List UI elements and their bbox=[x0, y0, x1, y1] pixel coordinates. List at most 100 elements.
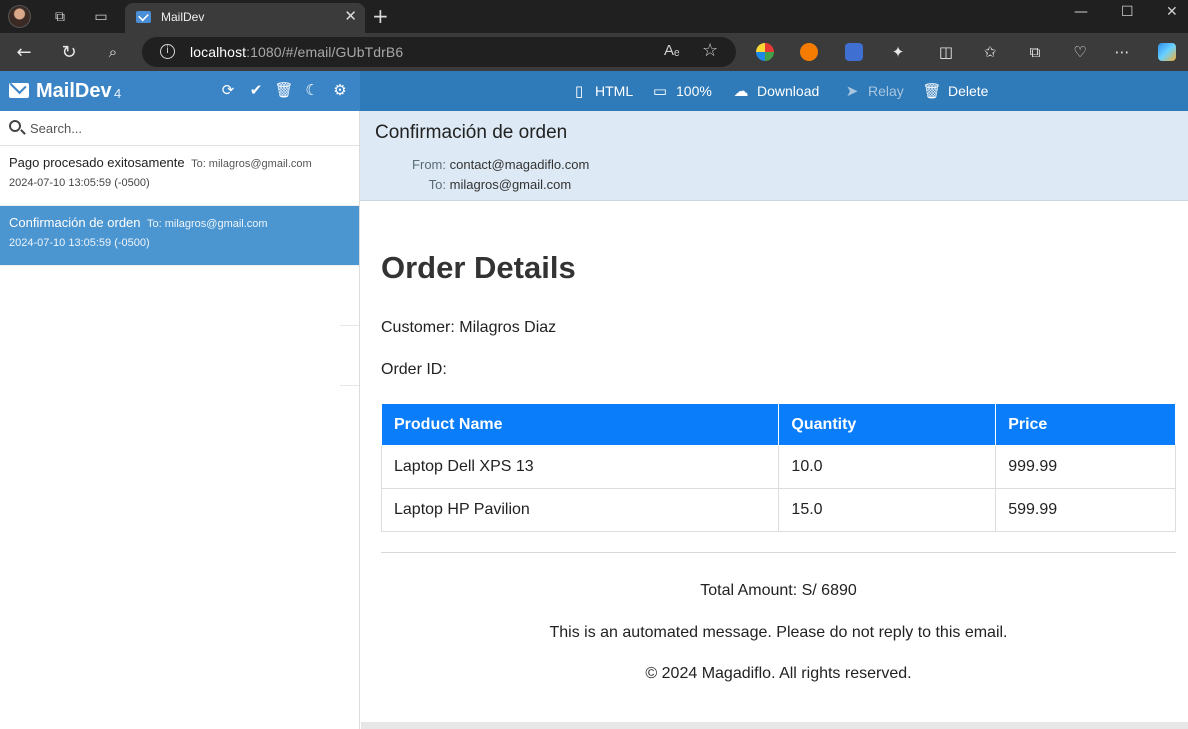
copilot-icon[interactable] bbox=[1158, 43, 1176, 61]
email-subject-title: Confirmación de orden bbox=[375, 122, 568, 143]
email-header: Confirmación de orden From: contact@maga… bbox=[360, 111, 1188, 201]
tab-title: MailDev bbox=[161, 10, 205, 24]
order-details-heading: Order Details bbox=[381, 250, 576, 285]
window-close-icon[interactable]: ✕ bbox=[1166, 4, 1178, 20]
to-row: To: milagros@gmail.com bbox=[410, 177, 572, 192]
copyright-line: © 2024 Magadiflo. All rights reserved. bbox=[645, 665, 912, 682]
extensions-icon[interactable]: ✦ bbox=[886, 41, 910, 63]
delete-all-icon[interactable]: 🗑 bbox=[274, 81, 293, 99]
cloud-download-icon: ☁ bbox=[733, 82, 749, 100]
relay-button[interactable]: ➤ Relay bbox=[843, 82, 904, 100]
email-recipient: To: milagros@gmail.com bbox=[191, 158, 312, 170]
quantity-cell: 10.0 bbox=[778, 445, 997, 489]
paper-plane-icon: ➤ bbox=[845, 82, 859, 100]
sidebar-divider[interactable] bbox=[359, 111, 360, 729]
extension-orange-icon[interactable] bbox=[800, 43, 818, 61]
browser-essentials-icon[interactable]: ♡ bbox=[1068, 41, 1092, 63]
envelope-icon bbox=[9, 83, 29, 98]
html-label: HTML bbox=[595, 83, 634, 99]
extension-translate-icon[interactable] bbox=[845, 43, 863, 61]
mark-all-read-icon[interactable]: ✔ bbox=[247, 81, 265, 99]
table-row: Laptop Dell XPS 13 10.0 999.99 bbox=[380, 445, 1176, 489]
order-id-line: Order ID: bbox=[381, 361, 447, 378]
favorites-icon[interactable]: ✩ bbox=[978, 41, 1002, 63]
price-cell: 599.99 bbox=[995, 488, 1176, 532]
browser-tab-bar: ⧉ ▭ MailDev ✕ + — ☐ ✕ bbox=[0, 0, 1188, 33]
search-bar bbox=[0, 111, 360, 146]
trash-icon: 🗑 bbox=[922, 82, 942, 100]
email-toolbar: ▯ HTML ▭ 100% ☁ Download ➤ Relay 🗑 Delet… bbox=[360, 71, 1188, 111]
relay-label: Relay bbox=[868, 83, 904, 99]
column-header-product: Product Name bbox=[380, 403, 780, 446]
browser-address-bar: ← ↻ ⌕ i localhost:1080/#/email/GUbTdrB6 … bbox=[0, 33, 1188, 71]
extension-color-icon[interactable] bbox=[756, 43, 774, 61]
from-address[interactable]: contact@magadiflo.com bbox=[450, 157, 590, 172]
email-list-item-selected[interactable]: Confirmación de orden To: milagros@gmail… bbox=[0, 206, 360, 266]
email-body: Order Details Customer: Milagros Diaz Or… bbox=[361, 202, 1188, 722]
sidebar-header: MailDev 4 ⟳ ✔ 🗑 ☾ ⚙ bbox=[0, 71, 360, 111]
maximize-icon[interactable]: ☐ bbox=[1121, 4, 1134, 20]
favorite-star-icon[interactable]: ☆ bbox=[702, 40, 718, 61]
more-icon[interactable]: ⋯ bbox=[1110, 41, 1134, 63]
price-cell: 999.99 bbox=[995, 445, 1176, 489]
refresh-icon[interactable]: ↻ bbox=[57, 41, 81, 63]
file-code-icon: ▯ bbox=[574, 82, 584, 100]
url-text[interactable]: localhost:1080/#/email/GUbTdrB6 bbox=[190, 44, 403, 60]
email-subject: Confirmación de orden bbox=[9, 215, 141, 230]
email-body-bottom-edge bbox=[361, 722, 1188, 729]
tab-actions-icon[interactable]: ▭ bbox=[90, 6, 112, 28]
maildev-favicon-icon bbox=[136, 11, 151, 23]
email-date: 2024-07-10 13:05:59 (-0500) bbox=[9, 177, 150, 189]
divider bbox=[340, 325, 360, 326]
search-input[interactable] bbox=[30, 119, 340, 137]
to-label: To: bbox=[428, 177, 446, 192]
tab-maildev[interactable]: MailDev ✕ bbox=[125, 3, 365, 33]
dark-mode-icon[interactable]: ☾ bbox=[303, 81, 321, 99]
divider bbox=[340, 385, 360, 386]
back-icon[interactable]: ← bbox=[12, 41, 36, 63]
product-name-cell: Laptop Dell XPS 13 bbox=[380, 445, 780, 489]
zoom-button[interactable]: ▭ 100% bbox=[651, 82, 712, 100]
new-tab-button[interactable]: + bbox=[372, 4, 389, 28]
settings-icon[interactable]: ⚙ bbox=[331, 81, 349, 99]
site-info-icon[interactable]: i bbox=[160, 44, 175, 59]
email-subject: Pago procesado exitosamente bbox=[9, 155, 185, 170]
from-label: From: bbox=[412, 157, 446, 172]
profile-avatar[interactable] bbox=[8, 5, 31, 28]
close-tab-icon[interactable]: ✕ bbox=[344, 7, 357, 25]
from-row: From: contact@magadiflo.com bbox=[410, 157, 589, 172]
table-header-row: Product Name Quantity Price bbox=[380, 403, 1176, 446]
maildev-app: MailDev 4 ⟳ ✔ 🗑 ☾ ⚙ Pago procesado exito… bbox=[0, 71, 1188, 729]
email-list-item[interactable]: Pago procesado exitosamente To: milagros… bbox=[0, 146, 360, 206]
read-aloud-icon[interactable]: Aₑ bbox=[664, 42, 680, 59]
collections-icon[interactable]: ⧉ bbox=[1023, 41, 1047, 63]
split-screen-icon[interactable]: ◫ bbox=[934, 41, 958, 63]
table-row: Laptop HP Pavilion 15.0 599.99 bbox=[380, 488, 1176, 532]
delete-label: Delete bbox=[948, 83, 989, 99]
email-count: 4 bbox=[114, 86, 122, 101]
app-title: MailDev bbox=[36, 80, 112, 102]
zoom-label: 100% bbox=[676, 83, 712, 99]
workspaces-icon[interactable]: ⧉ bbox=[49, 6, 71, 28]
search-icon[interactable]: ⌕ bbox=[101, 41, 125, 63]
download-label: Download bbox=[757, 83, 820, 99]
email-date: 2024-07-10 13:05:59 (-0500) bbox=[9, 237, 150, 249]
html-button[interactable]: ▯ HTML bbox=[570, 82, 633, 100]
refresh-icon[interactable]: ⟳ bbox=[219, 81, 237, 99]
order-table: Product Name Quantity Price Laptop Dell … bbox=[380, 403, 1176, 532]
to-address[interactable]: milagros@gmail.com bbox=[450, 177, 572, 192]
total-amount: Total Amount: S/ 6890 bbox=[700, 582, 857, 599]
search-icon bbox=[9, 120, 21, 132]
quantity-cell: 15.0 bbox=[778, 488, 997, 532]
omnibox[interactable]: i localhost:1080/#/email/GUbTdrB6 Aₑ ☆ bbox=[142, 37, 736, 67]
footer-divider bbox=[381, 552, 1176, 553]
column-header-price: Price bbox=[995, 403, 1176, 446]
delete-button[interactable]: 🗑 Delete bbox=[922, 82, 989, 100]
column-header-quantity: Quantity bbox=[778, 403, 997, 446]
customer-line: Customer: Milagros Diaz bbox=[381, 319, 557, 336]
email-list: Pago procesado exitosamente To: milagros… bbox=[0, 146, 360, 266]
minimize-icon[interactable]: — bbox=[1074, 4, 1088, 20]
download-button[interactable]: ☁ Download bbox=[732, 82, 820, 100]
email-recipient: To: milagros@gmail.com bbox=[146, 218, 268, 230]
product-name-cell: Laptop HP Pavilion bbox=[380, 488, 780, 532]
